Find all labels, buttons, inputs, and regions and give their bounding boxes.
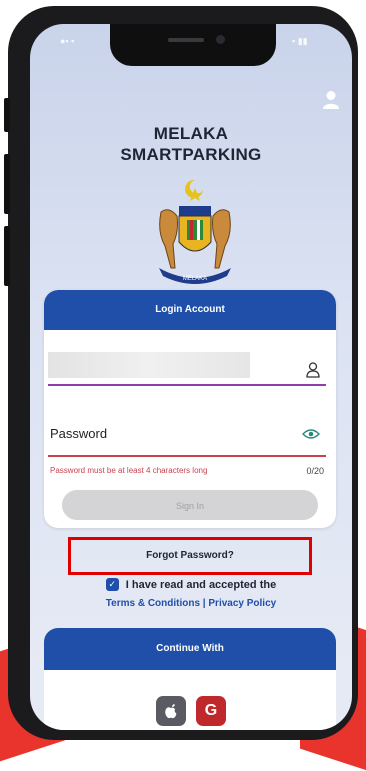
front-camera (216, 35, 225, 44)
continue-with-header: Continue With (44, 628, 336, 670)
phone-volume-down-button (4, 226, 10, 286)
privacy-policy-link[interactable]: Privacy Policy (208, 598, 276, 609)
terms-conditions-link[interactable]: Terms & Conditions (106, 598, 200, 609)
melaka-crest-logo: MELAKA (159, 179, 231, 284)
login-card: Login Account Password Password must be … (44, 290, 336, 528)
profile-icon[interactable] (322, 90, 340, 110)
apple-login-button[interactable] (156, 696, 186, 726)
username-field[interactable] (48, 352, 326, 386)
eye-icon[interactable] (302, 428, 320, 440)
google-login-button[interactable]: G (196, 696, 226, 726)
username-input[interactable] (48, 352, 250, 378)
password-char-counter: 0/20 (306, 466, 324, 476)
sign-in-button[interactable]: Sign In (62, 490, 318, 520)
password-error-text: Password must be at least 4 characters l… (50, 466, 208, 475)
phone-volume-up-button (4, 154, 10, 214)
phone-side-button (4, 98, 10, 132)
crest-ribbon-text: MELAKA (183, 276, 207, 282)
status-bar-left: ●▪ ▪ (60, 36, 75, 46)
continue-with-card: Continue With G (44, 628, 336, 730)
consent-checkbox[interactable]: ✓ (105, 578, 119, 591)
app-title-line2: SMARTPARKING (120, 145, 262, 164)
person-icon (306, 362, 320, 378)
consent-text: I have read and accepted the (125, 578, 277, 591)
status-bar-right: ▪ ▮▮ (292, 36, 308, 46)
phone-notch (110, 24, 276, 66)
app-title-line1: MELAKA (153, 124, 229, 143)
app-screen: ●▪ ▪ ▪ ▮▮ MELAKA SMARTPARKING MELAKA Log… (30, 24, 352, 730)
password-input[interactable] (48, 455, 326, 457)
phone-frame: ●▪ ▪ ▪ ▮▮ MELAKA SMARTPARKING MELAKA Log… (4, 6, 358, 740)
forgot-password-link[interactable]: Forgot Password? (68, 537, 312, 575)
password-label: Password (50, 426, 108, 441)
google-icon: G (204, 702, 218, 719)
consent-section: ✓ I have read and accepted the Terms & C… (30, 578, 352, 609)
speaker-grille (168, 38, 204, 42)
username-underline (48, 384, 326, 386)
login-card-header: Login Account (44, 290, 336, 330)
apple-icon (165, 704, 177, 719)
